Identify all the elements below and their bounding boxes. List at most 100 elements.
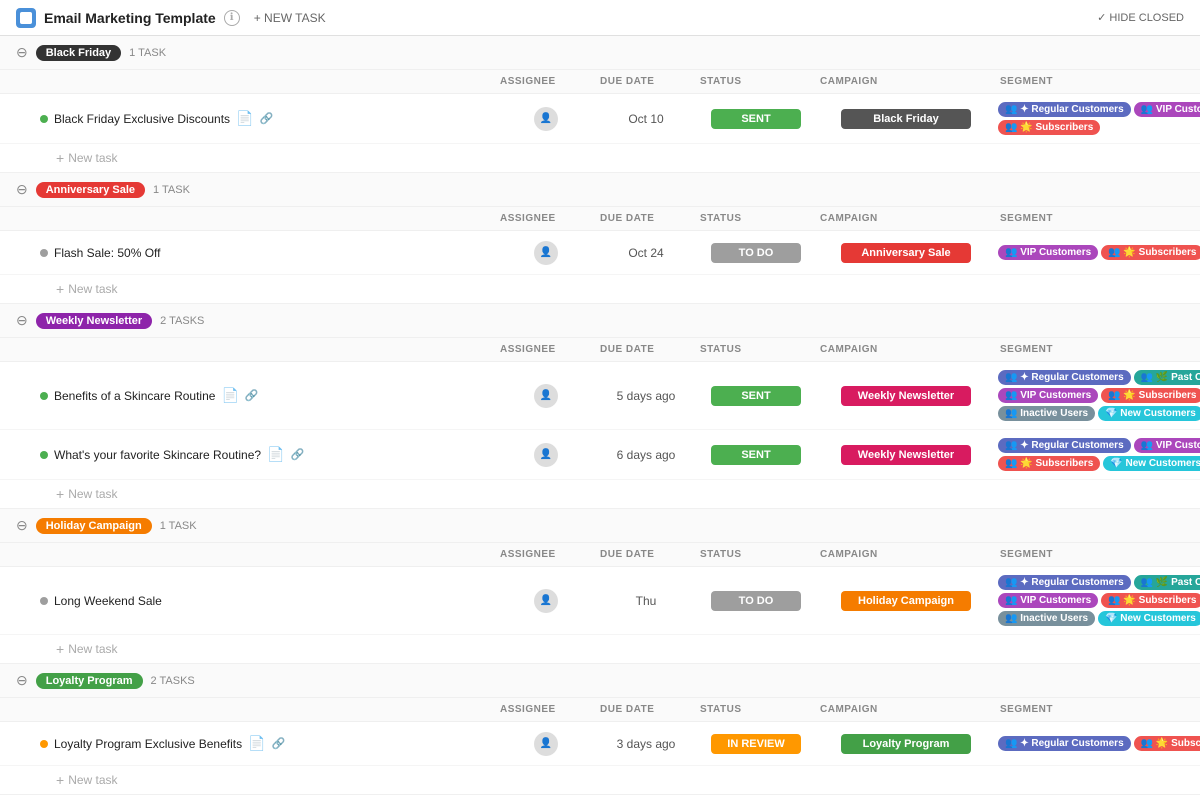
segment-tag[interactable]: 👥 ✦ Regular Customers [998, 736, 1131, 751]
new-task-label[interactable]: New task [68, 487, 117, 501]
task-doc-icon[interactable]: 📄 [248, 735, 265, 752]
assignee-avatar[interactable]: 👤 [534, 589, 558, 613]
campaign-cell[interactable]: Loyalty Program [816, 734, 996, 754]
task-name-label[interactable]: Flash Sale: 50% Off [54, 246, 161, 260]
group-toggle-weekly-newsletter[interactable]: ⊖ [16, 312, 28, 329]
segment-tag[interactable]: 👥 🌿 Past Customers [1134, 575, 1200, 590]
group-toggle-black-friday[interactable]: ⊖ [16, 44, 28, 61]
group-badge-anniversary-sale[interactable]: Anniversary Sale [36, 182, 145, 198]
segment-tag[interactable]: 👥 ✦ Regular Customers [998, 102, 1131, 117]
task-link-icon[interactable]: 🔗 [291, 448, 305, 461]
new-task-row-holiday-campaign[interactable]: + New task [0, 635, 1200, 663]
segment-tag[interactable]: 👥 🌟 Subscribers [1101, 593, 1200, 608]
status-cell[interactable]: SENT [696, 386, 816, 406]
due-date-cell: 3 days ago [596, 737, 696, 751]
segment-tag[interactable]: 👥 VIP Customers [998, 388, 1098, 403]
campaign-badge[interactable]: Weekly Newsletter [841, 386, 971, 406]
task-link-icon[interactable]: 🔗 [272, 737, 286, 750]
segment-tag[interactable]: 👥 ✦ Regular Customers [998, 438, 1131, 453]
task-doc-icon[interactable]: 📄 [267, 446, 284, 463]
task-name-label[interactable]: What's your favorite Skincare Routine? [54, 448, 261, 462]
segment-tag[interactable]: 👥 VIP Customers [1134, 102, 1200, 117]
status-cell[interactable]: SENT [696, 445, 816, 465]
campaign-cell[interactable]: Holiday Campaign [816, 591, 996, 611]
status-badge[interactable]: SENT [711, 445, 801, 465]
assignee-cell: 👤 [496, 443, 596, 467]
new-task-row-black-friday[interactable]: + New task [0, 144, 1200, 172]
new-task-button[interactable]: + NEW TASK [248, 9, 332, 27]
status-cell[interactable]: IN REVIEW [696, 734, 816, 754]
campaign-badge[interactable]: Weekly Newsletter [841, 445, 971, 465]
group-toggle-loyalty-program[interactable]: ⊖ [16, 672, 28, 689]
segment-tag[interactable]: 👥 ✦ Regular Customers [998, 370, 1131, 385]
group-badge-weekly-newsletter[interactable]: Weekly Newsletter [36, 313, 152, 329]
segment-tag[interactable]: 👥 Inactive Users [998, 406, 1095, 421]
segment-tag[interactable]: 👥 VIP Customers [1134, 438, 1200, 453]
campaign-badge[interactable]: Black Friday [841, 109, 971, 129]
task-name-label[interactable]: Benefits of a Skincare Routine [54, 389, 215, 403]
campaign-cell[interactable]: Anniversary Sale [816, 243, 996, 263]
new-task-row-anniversary-sale[interactable]: + New task [0, 275, 1200, 303]
task-link-icon[interactable]: 🔗 [245, 389, 259, 402]
segment-tag[interactable]: 💎 New Customers [1098, 406, 1200, 421]
status-badge[interactable]: SENT [711, 386, 801, 406]
segment-tag[interactable]: 👥 Inactive Users [998, 611, 1095, 626]
task-name-label[interactable]: Long Weekend Sale [54, 594, 162, 608]
status-badge[interactable]: TO DO [711, 591, 801, 611]
segment-tag[interactable]: 👥 🌟 Subscribers [998, 120, 1100, 135]
status-cell[interactable]: TO DO [696, 591, 816, 611]
assignee-avatar[interactable]: 👤 [534, 241, 558, 265]
task-name-label[interactable]: Black Friday Exclusive Discounts [54, 112, 230, 126]
group-badge-loyalty-program[interactable]: Loyalty Program [36, 673, 143, 689]
segment-tag[interactable]: 👥 🌟 Subscribers [1134, 736, 1200, 751]
campaign-badge[interactable]: Loyalty Program [841, 734, 971, 754]
segment-tag[interactable]: 💎 New Customers [1098, 611, 1200, 626]
assignee-avatar[interactable]: 👤 [534, 107, 558, 131]
assignee-cell: 👤 [496, 732, 596, 756]
segment-tag[interactable]: 👥 🌿 Past Customers [1134, 370, 1200, 385]
task-name-cell: Loyalty Program Exclusive Benefits 📄 🔗 [16, 735, 496, 752]
task-doc-icon[interactable]: 📄 [236, 110, 253, 127]
campaign-cell[interactable]: Weekly Newsletter [816, 445, 996, 465]
hide-closed-button[interactable]: ✓ HIDE CLOSED [1097, 11, 1184, 24]
segment-tag[interactable]: 👥 🌟 Subscribers [1101, 245, 1200, 260]
segment-tag[interactable]: 👥 🌟 Subscribers [998, 456, 1100, 471]
status-badge[interactable]: TO DO [711, 243, 801, 263]
new-task-label[interactable]: New task [68, 642, 117, 656]
group-badge-black-friday[interactable]: Black Friday [36, 45, 121, 61]
assignee-avatar[interactable]: 👤 [534, 443, 558, 467]
group-toggle-holiday-campaign[interactable]: ⊖ [16, 517, 28, 534]
status-badge[interactable]: SENT [711, 109, 801, 129]
segment-tag[interactable]: 👥 🌟 Subscribers [1101, 388, 1200, 403]
campaign-cell[interactable]: Weekly Newsletter [816, 386, 996, 406]
new-task-row-weekly-newsletter[interactable]: + New task [0, 480, 1200, 508]
col-header-1: ASSIGNEE [496, 211, 596, 226]
task-link-icon[interactable]: 🔗 [260, 112, 274, 125]
due-date-cell: Oct 10 [596, 112, 696, 126]
col-header-5: SEGMENT [996, 547, 1200, 562]
campaign-cell[interactable]: Black Friday [816, 109, 996, 129]
campaign-badge[interactable]: Holiday Campaign [841, 591, 971, 611]
segment-tag[interactable]: 👥 ✦ Regular Customers [998, 575, 1131, 590]
new-task-label[interactable]: New task [68, 773, 117, 787]
assignee-avatar[interactable]: 👤 [534, 384, 558, 408]
segment-tag[interactable]: 👥 VIP Customers [998, 245, 1098, 260]
info-icon[interactable]: ℹ [224, 10, 240, 26]
status-badge[interactable]: IN REVIEW [711, 734, 801, 754]
segment-cell: 👥 ✦ Regular Customers👥 🌟 Subscribers [996, 734, 1200, 753]
segment-tag[interactable]: 👥 VIP Customers [998, 593, 1098, 608]
task-name-label[interactable]: Loyalty Program Exclusive Benefits [54, 737, 242, 751]
status-cell[interactable]: TO DO [696, 243, 816, 263]
new-task-row-loyalty-program[interactable]: + New task [0, 766, 1200, 794]
due-date-cell: 5 days ago [596, 389, 696, 403]
assignee-avatar[interactable]: 👤 [534, 732, 558, 756]
task-doc-icon[interactable]: 📄 [221, 387, 238, 404]
new-task-label[interactable]: New task [68, 282, 117, 296]
group-toggle-anniversary-sale[interactable]: ⊖ [16, 181, 28, 198]
segment-tag[interactable]: 💎 New Customers [1103, 456, 1200, 471]
campaign-badge[interactable]: Anniversary Sale [841, 243, 971, 263]
group-badge-holiday-campaign[interactable]: Holiday Campaign [36, 518, 152, 534]
status-cell[interactable]: SENT [696, 109, 816, 129]
new-task-label[interactable]: New task [68, 151, 117, 165]
due-date-cell: Oct 24 [596, 246, 696, 260]
